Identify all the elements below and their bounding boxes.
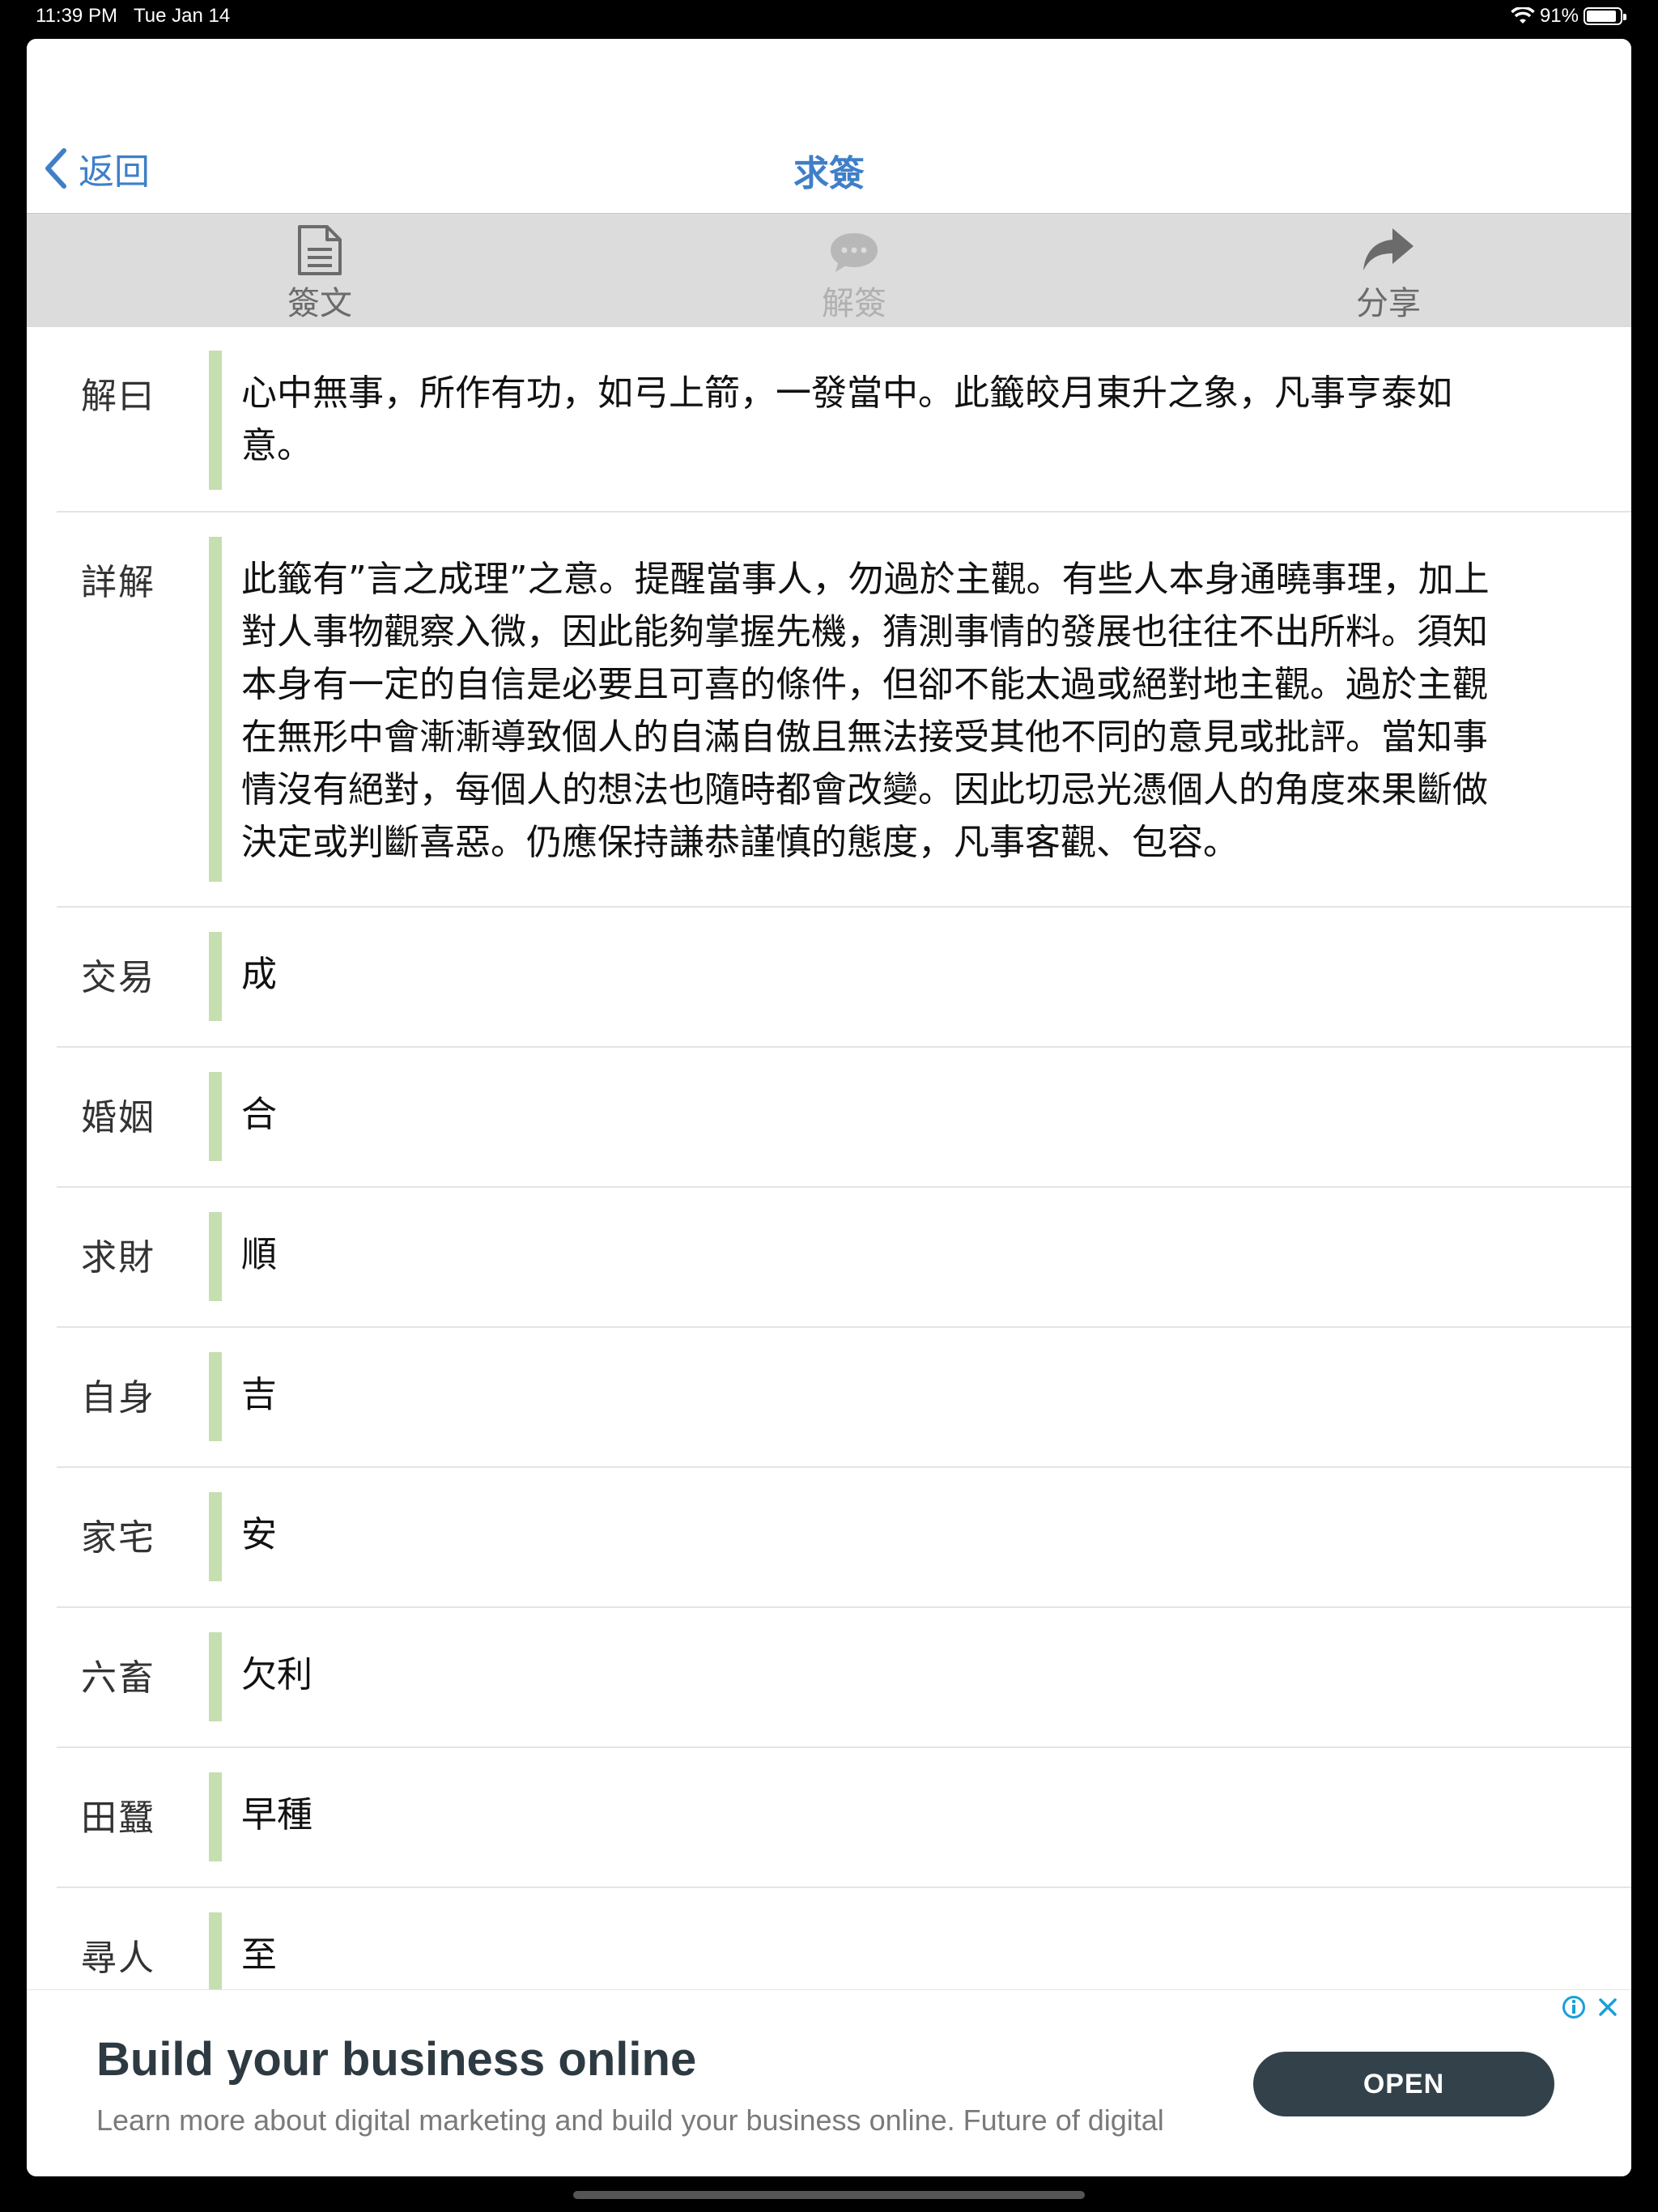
row-text: 至 xyxy=(241,1934,277,1976)
row-detailed: 詳解 此籤有”言之成理”之意。提醒當事人，勿過於主觀。有些人本身通曉事理，加上對… xyxy=(57,513,1631,908)
close-icon[interactable] xyxy=(1596,1995,1620,2019)
battery-percent: 91% xyxy=(1539,5,1579,27)
tab-signtext[interactable]: 簽文 xyxy=(231,214,409,327)
info-icon[interactable] xyxy=(1562,1995,1586,2019)
row-home: 家宅 安 xyxy=(57,1468,1631,1608)
row-accent-bar xyxy=(209,537,222,882)
row-accent-bar xyxy=(209,1072,222,1161)
status-time: 11:39 PM xyxy=(36,5,117,27)
status-bar: 11:39 PM Tue Jan 14 91% xyxy=(0,0,1658,36)
battery-fill xyxy=(1587,11,1616,22)
home-indicator[interactable] xyxy=(573,2191,1085,2199)
page-title: 求簽 xyxy=(793,153,865,194)
row-label: 求財 xyxy=(81,1237,155,1278)
row-accent-bar xyxy=(209,1212,222,1301)
row-label: 婚姻 xyxy=(81,1097,155,1138)
row-wealth: 求財 順 xyxy=(57,1188,1631,1328)
wifi-icon xyxy=(1511,7,1535,23)
row-label: 尋人 xyxy=(81,1938,155,1979)
row-text: 順 xyxy=(241,1234,277,1275)
modal-sheet: 返回 求簽 簽文 解簽 分享 解曰 心中無事，所作有功，如弓上箭，一發當中。此籤… xyxy=(27,39,1631,2176)
row-accent-bar xyxy=(209,1912,222,2001)
tab-interpretation-label: 解簽 xyxy=(822,285,886,322)
row-label: 自身 xyxy=(81,1377,155,1419)
tab-share-label: 分享 xyxy=(1356,285,1421,322)
fortune-detail-list: 解曰 心中無事，所作有功，如弓上箭，一發當中。此籤皎月東升之象，凡事亨泰如意。 … xyxy=(27,326,1631,2030)
row-text: 欠利 xyxy=(241,1654,312,1695)
speech-bubble-icon xyxy=(831,233,878,272)
navigation-bar: 返回 求簽 xyxy=(27,39,1631,213)
row-text: 早種 xyxy=(241,1794,312,1836)
row-label: 六畜 xyxy=(81,1657,155,1699)
toolbar: 簽文 解簽 分享 xyxy=(27,213,1631,327)
row-label: 詳解 xyxy=(81,562,155,603)
row-text: 安 xyxy=(241,1514,277,1555)
ad-open-button[interactable]: OPEN xyxy=(1253,2052,1554,2116)
row-jieyue: 解曰 心中無事，所作有功，如弓上箭，一發當中。此籤皎月東升之象，凡事亨泰如意。 xyxy=(57,326,1631,513)
ad-title: Build your business online xyxy=(96,2033,697,2086)
row-label: 家宅 xyxy=(81,1517,155,1559)
share-arrow-icon xyxy=(1363,228,1414,270)
row-text: 此籤有”言之成理”之意。提醒當事人，勿過於主觀。有些人本身通曉事理，加上對人事物… xyxy=(241,559,1490,863)
row-livestock: 六畜 欠利 xyxy=(57,1608,1631,1748)
row-text: 吉 xyxy=(241,1374,277,1415)
tab-interpretation[interactable]: 解簽 xyxy=(765,214,943,327)
status-time-date: 11:39 PM Tue Jan 14 xyxy=(36,5,230,28)
row-farming: 田蠶 早種 xyxy=(57,1748,1631,1888)
document-icon xyxy=(298,225,342,275)
status-indicators: 91% xyxy=(1511,5,1626,28)
row-self: 自身 吉 xyxy=(57,1328,1631,1468)
row-accent-bar xyxy=(209,932,222,1021)
row-text: 成 xyxy=(241,954,277,995)
ad-banner[interactable]: Build your business online Learn more ab… xyxy=(27,1989,1631,2176)
row-text: 合 xyxy=(241,1094,277,1135)
row-label: 交易 xyxy=(81,957,155,998)
row-label: 田蠶 xyxy=(81,1797,155,1839)
row-accent-bar xyxy=(209,351,222,490)
row-text: 心中無事，所作有功，如弓上箭，一發當中。此籤皎月東升之象，凡事亨泰如意。 xyxy=(241,372,1452,466)
row-accent-bar xyxy=(209,1492,222,1581)
ad-description: Learn more about digital marketing and b… xyxy=(96,2104,1164,2137)
tab-share[interactable]: 分享 xyxy=(1299,214,1477,327)
row-accent-bar xyxy=(209,1632,222,1721)
row-accent-bar xyxy=(209,1772,222,1861)
battery-icon xyxy=(1584,7,1626,25)
row-trade: 交易 成 xyxy=(57,908,1631,1048)
row-accent-bar xyxy=(209,1352,222,1441)
status-date: Tue Jan 14 xyxy=(133,5,231,27)
tab-signtext-label: 簽文 xyxy=(287,285,352,322)
row-label: 解曰 xyxy=(81,376,155,417)
row-marriage: 婚姻 合 xyxy=(57,1048,1631,1188)
